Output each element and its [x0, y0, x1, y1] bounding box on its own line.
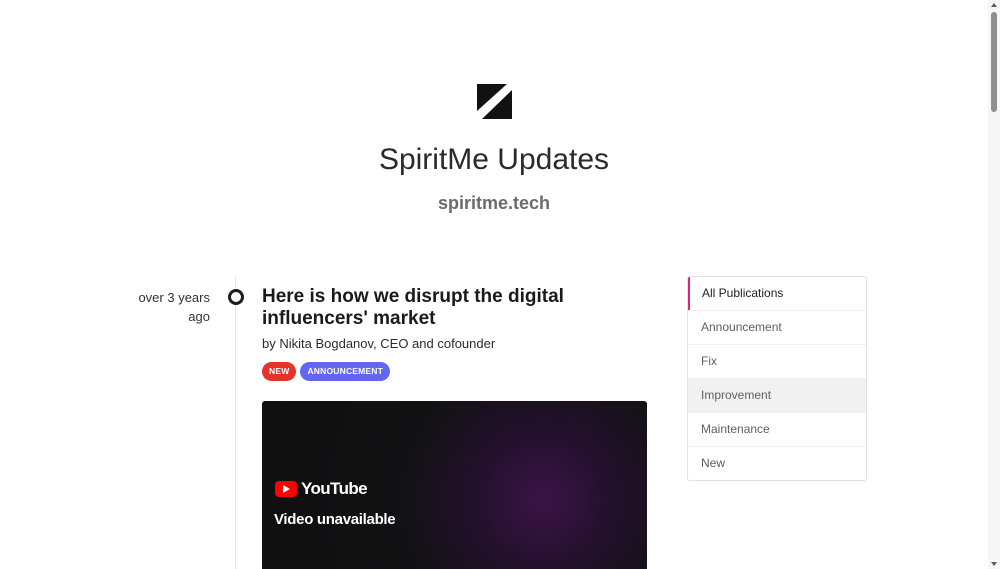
- scroll-up-arrow-icon[interactable]: [991, 3, 997, 7]
- page-title: SpiritMe Updates: [378, 143, 610, 176]
- video-unavailable-message: Video unavailable: [274, 511, 396, 528]
- post-title-link[interactable]: Here is how we disrupt the digital influ…: [262, 286, 592, 330]
- page: SpiritMe Updates spiritme.tech over 3 ye…: [0, 0, 988, 569]
- filter-maintenance[interactable]: Maintenance: [688, 412, 866, 446]
- filter-announcement[interactable]: Announcement: [688, 310, 866, 344]
- scroll-down-arrow-icon[interactable]: [991, 562, 997, 566]
- publication-filter: All Publications Announcement Fix Improv…: [687, 276, 867, 481]
- spiritme-logo-icon[interactable]: [477, 84, 512, 119]
- tag-announcement[interactable]: ANNOUNCEMENT: [300, 362, 391, 381]
- timeline-dot-icon: [228, 289, 244, 305]
- scrollbar-thumb[interactable]: [991, 12, 997, 112]
- post-author: by Nikita Bogdanov, CEO and cofounder: [262, 336, 496, 351]
- post-tags: NEW ANNOUNCEMENT: [262, 362, 391, 381]
- post-date: over 3 years ago: [138, 290, 210, 324]
- filter-all-publications[interactable]: All Publications: [688, 277, 866, 310]
- site-url-link[interactable]: spiritme.tech: [0, 193, 988, 214]
- filter-fix[interactable]: Fix: [688, 344, 866, 378]
- vertical-scrollbar[interactable]: [988, 0, 1000, 569]
- youtube-logo[interactable]: YouTube: [275, 479, 368, 499]
- youtube-play-icon: [275, 481, 297, 497]
- filter-new[interactable]: New: [688, 446, 866, 480]
- filter-improvement[interactable]: Improvement: [688, 378, 866, 412]
- youtube-wordmark: YouTube: [301, 479, 368, 498]
- video-embed[interactable]: YouTube Video unavailable: [262, 401, 647, 569]
- tag-new[interactable]: NEW: [262, 362, 297, 381]
- timeline-line: [235, 277, 236, 569]
